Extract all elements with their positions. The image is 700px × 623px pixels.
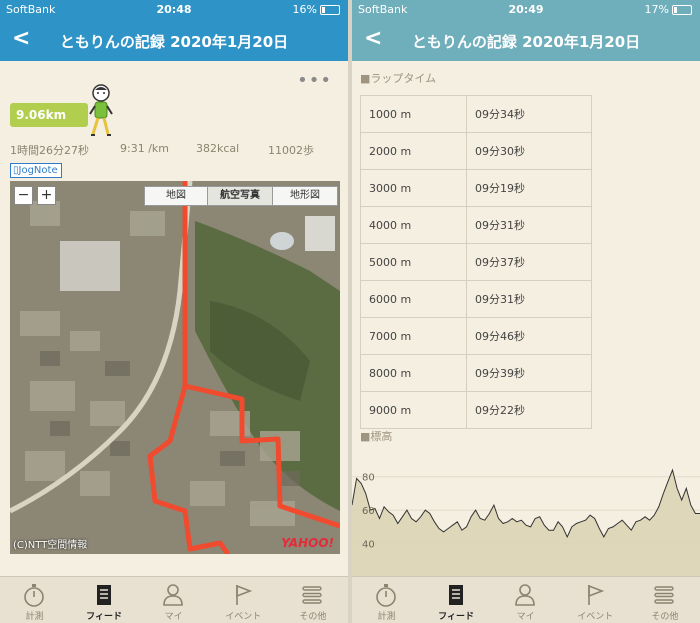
person-icon (515, 584, 535, 606)
tab-bar: 計測 フィード マイ イベント その他 (0, 576, 348, 623)
lap-time-heading: ■ラップタイム (360, 72, 437, 85)
calories-value: 382kcal (196, 142, 240, 155)
menu-icon (302, 586, 323, 604)
tab-event[interactable]: イベント (209, 577, 278, 623)
lap-time: 09分19秒 (466, 169, 592, 207)
battery-percent: 16% (292, 3, 317, 16)
zoom-in-button[interactable]: + (37, 186, 56, 205)
tab-more[interactable]: その他 (278, 577, 347, 623)
map-type-aerial[interactable]: 航空写真 (207, 186, 273, 206)
map-provider-logo: YAHOO! (281, 536, 334, 550)
lap-time: 09分37秒 (466, 243, 592, 281)
battery-percent: 17% (644, 3, 669, 16)
lap-row: 2000 m 09分30秒 (360, 132, 592, 170)
lap-time: 09分34秒 (466, 95, 592, 133)
jognote-label: JogNote (18, 165, 58, 176)
map-type-terrain[interactable]: 地形図 (272, 186, 338, 206)
tab-label: マイ (516, 612, 535, 622)
stopwatch-icon (376, 584, 396, 607)
tab-event[interactable]: イベント (561, 577, 630, 623)
elevation-chart: 80 60 40 (352, 460, 700, 577)
zoom-out-button[interactable]: − (14, 186, 33, 205)
elevation-plot: 80 60 40 (352, 460, 700, 577)
menu-icon (654, 586, 675, 604)
tab-label: フィード (438, 612, 474, 622)
feed-detail-screen: SoftBank 20:48 16% < ともりんの記録 2020年1月20日 … (0, 0, 348, 623)
y-tick-label: 40 (362, 540, 375, 551)
tab-measure[interactable]: 計測 (0, 577, 69, 623)
stopwatch-icon (24, 584, 44, 607)
lap-distance: 5000 m (360, 243, 467, 281)
battery-icon (672, 5, 692, 15)
elevation-heading: ■標高 (360, 430, 393, 443)
map-credit: (C)NTT空間情報 (13, 540, 88, 551)
map-type-standard[interactable]: 地図 (144, 186, 208, 206)
tab-more[interactable]: その他 (630, 577, 699, 623)
tab-label: その他 (651, 612, 679, 622)
status-bar: SoftBank 20:48 16% (0, 0, 348, 20)
lap-distance: 4000 m (360, 206, 467, 244)
feed-icon (96, 585, 111, 605)
person-icon (163, 584, 183, 606)
status-bar: SoftBank 20:49 17% (352, 0, 700, 20)
duration-value: 1時間26分27秒 (10, 144, 89, 157)
lap-time: 09分22秒 (466, 391, 592, 429)
jognote-badge[interactable]: ▯JogNote (10, 163, 62, 178)
lap-distance: 6000 m (360, 280, 467, 318)
lap-distance: 3000 m (360, 169, 467, 207)
tab-feed[interactable]: フィード (422, 577, 491, 623)
tab-label: マイ (164, 612, 183, 622)
lap-row: 1000 m 09分34秒 (360, 95, 592, 133)
lap-row: 9000 m 09分22秒 (360, 391, 592, 429)
lap-row: 3000 m 09分19秒 (360, 169, 592, 207)
more-options-icon[interactable]: ••• (297, 70, 332, 91)
battery-indicator: 16% (293, 3, 340, 16)
battery-indicator: 17% (645, 3, 692, 16)
lap-row: 8000 m 09分39秒 (360, 354, 592, 392)
tab-label: フィード (86, 612, 122, 622)
feed-icon (448, 585, 463, 605)
lap-distance: 8000 m (360, 354, 467, 392)
nav-bar: < ともりんの記録 2020年1月20日 (352, 20, 700, 61)
lap-time: 09分31秒 (466, 206, 592, 244)
lap-distance: 1000 m (360, 95, 467, 133)
aerial-photo (10, 181, 340, 554)
distance-badge: 9.06km (10, 103, 88, 127)
lap-row: 7000 m 09分46秒 (360, 317, 592, 355)
page-title: ともりんの記録 2020年1月20日 (411, 33, 641, 51)
walking-person-icon (89, 84, 113, 136)
tab-label: イベント (577, 612, 614, 622)
lap-time: 09分30秒 (466, 132, 592, 170)
tab-my[interactable]: マイ (491, 577, 560, 623)
tab-measure[interactable]: 計測 (352, 577, 421, 623)
tab-label: イベント (225, 612, 262, 622)
lap-distance: 9000 m (360, 391, 467, 429)
lap-distance: 2000 m (360, 132, 467, 170)
steps-value: 11002歩 (268, 144, 314, 157)
lap-row: 4000 m 09分31秒 (360, 206, 592, 244)
tab-label: 計測 (377, 612, 396, 622)
lap-detail-screen: SoftBank 20:49 17% < ともりんの記録 2020年1月20日 … (352, 0, 700, 623)
lap-time: 09分46秒 (466, 317, 592, 355)
lap-time: 09分39秒 (466, 354, 592, 392)
flag-icon (235, 584, 253, 605)
lap-table: 1000 m 09分34秒 2000 m 09分30秒 3000 m 09分19秒 4000… (360, 95, 592, 429)
lap-time: 09分31秒 (466, 280, 592, 318)
y-tick-label: 60 (362, 506, 375, 517)
pace-value: 9:31 /km (120, 142, 169, 155)
nav-bar: < ともりんの記録 2020年1月20日 (0, 20, 348, 61)
route-map[interactable]: − + 地図 航空写真 地形図 (C)NTT空間情報 YAHOO! (10, 181, 340, 554)
tab-label: その他 (299, 612, 327, 622)
tab-label: 計測 (25, 612, 44, 622)
lap-row: 6000 m 09分31秒 (360, 280, 592, 318)
lap-distance: 7000 m (360, 317, 467, 355)
battery-icon (320, 5, 340, 15)
tab-bar: 計測 フィード マイ イベント その他 (352, 576, 700, 623)
tab-my[interactable]: マイ (139, 577, 208, 623)
y-tick-label: 80 (362, 473, 375, 484)
page-title: ともりんの記録 2020年1月20日 (59, 33, 289, 51)
flag-icon (587, 584, 605, 605)
lap-row: 5000 m 09分37秒 (360, 243, 592, 281)
tab-feed[interactable]: フィード (70, 577, 139, 623)
